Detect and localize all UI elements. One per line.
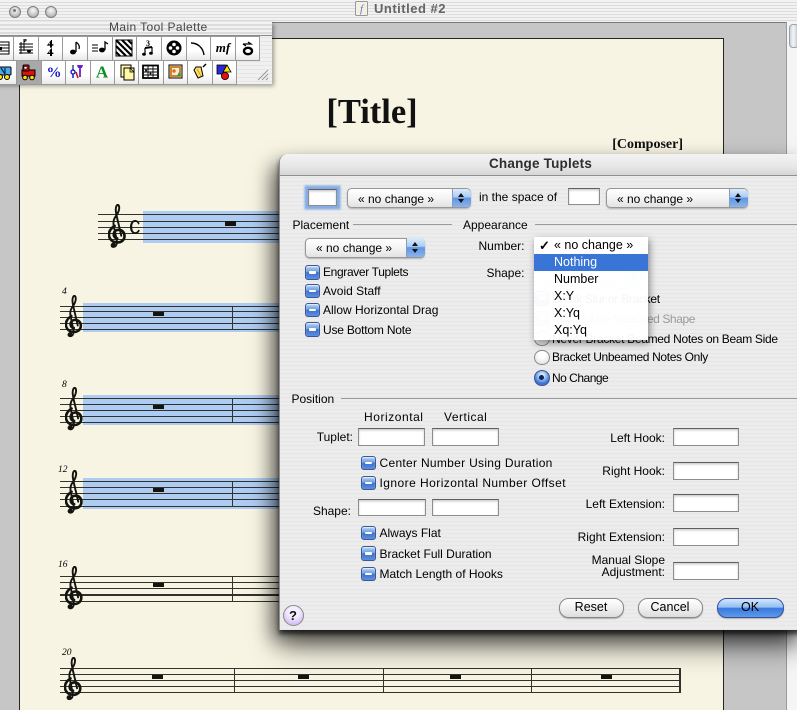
svg-text:A: A <box>96 63 109 81</box>
svg-text:%: % <box>46 65 61 81</box>
svg-text:mf: mf <box>216 40 232 55</box>
